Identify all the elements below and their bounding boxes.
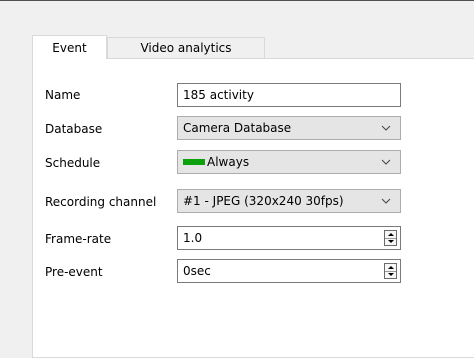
arrow-down-icon <box>388 273 394 276</box>
spin-down-button[interactable] <box>385 238 396 245</box>
chevron-down-icon <box>381 125 391 131</box>
arrow-down-icon <box>388 240 394 243</box>
arrow-up-icon <box>388 266 394 269</box>
pre-event-value: 0sec <box>183 264 211 278</box>
name-value: 185 activity <box>183 88 254 102</box>
tab-video-analytics[interactable]: Video analytics <box>107 37 265 58</box>
recording-channel-value: #1 - JPEG (320x240 30fps) <box>183 194 344 208</box>
recording-channel-dropdown[interactable]: #1 - JPEG (320x240 30fps) <box>177 189 401 213</box>
tab-strip: Event Video analytics <box>32 35 474 59</box>
frame-rate-input[interactable]: 1.0 <box>177 226 401 250</box>
spin-arrows-icon[interactable] <box>384 230 397 246</box>
database-label: Database <box>45 122 103 136</box>
name-input[interactable]: 185 activity <box>177 83 401 107</box>
arrow-up-icon <box>388 233 394 236</box>
schedule-value: Always <box>207 155 250 169</box>
pre-event-label: Pre-event <box>45 265 103 279</box>
window-top-border <box>0 0 474 1</box>
name-label: Name <box>45 88 81 102</box>
frame-rate-value: 1.0 <box>183 231 203 245</box>
database-value: Camera Database <box>183 121 292 135</box>
database-dropdown[interactable]: Camera Database <box>177 116 401 140</box>
schedule-dropdown[interactable]: Always <box>177 150 401 174</box>
schedule-color-swatch <box>183 159 205 165</box>
spin-arrows-icon[interactable] <box>384 263 397 279</box>
pre-event-input[interactable]: 0sec <box>177 259 401 283</box>
schedule-label: Schedule <box>45 156 101 170</box>
chevron-down-icon <box>381 159 391 165</box>
frame-rate-label: Frame-rate <box>45 232 112 246</box>
recording-channel-label: Recording channel <box>45 195 157 209</box>
spin-down-button[interactable] <box>385 271 396 278</box>
chevron-down-icon <box>381 198 391 204</box>
tab-event[interactable]: Event <box>32 35 107 59</box>
